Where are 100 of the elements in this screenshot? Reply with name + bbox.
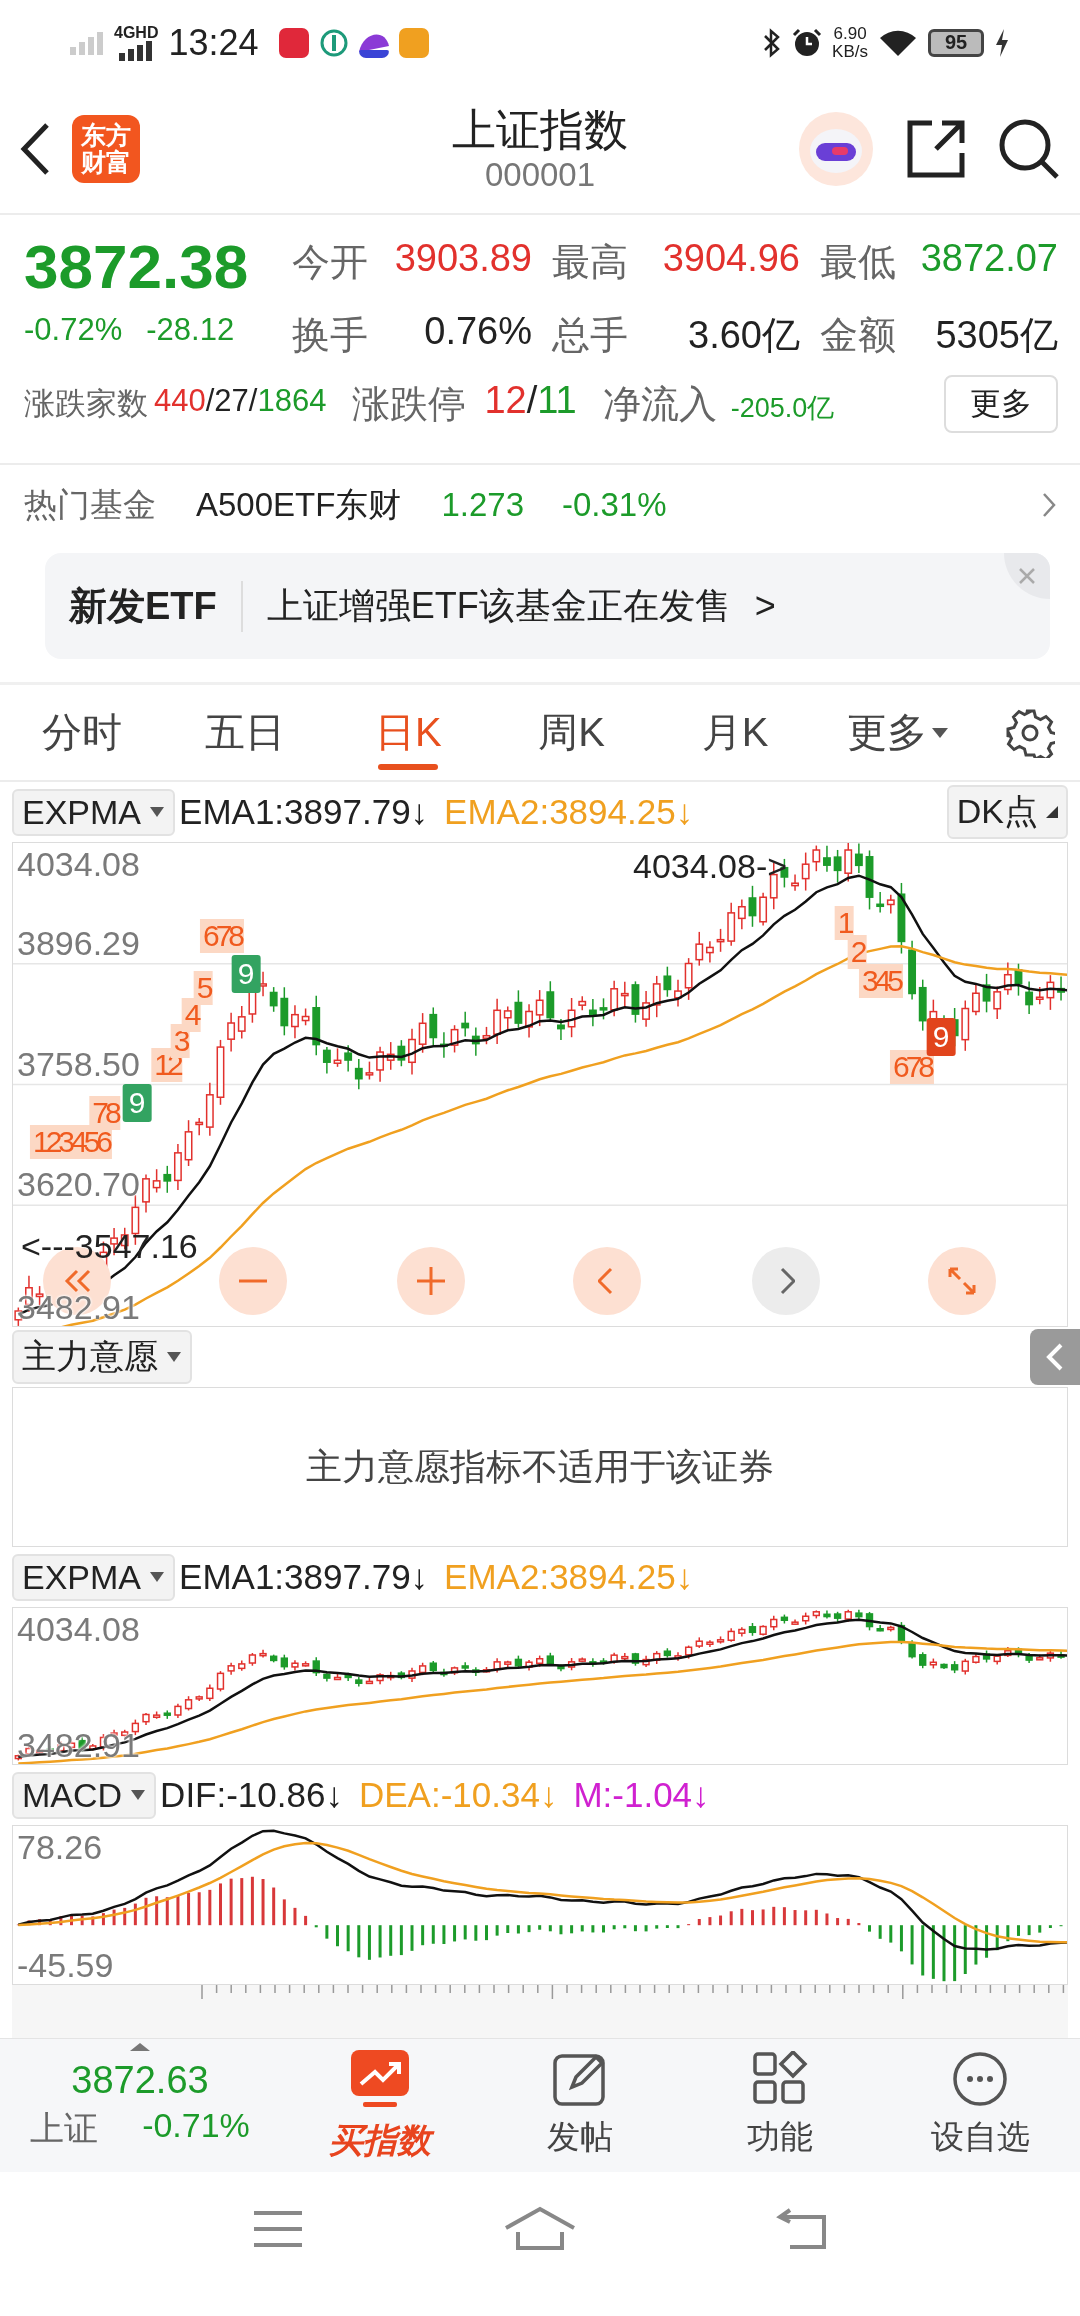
battery-icon: 95 — [928, 28, 984, 57]
fund-price: 1.273 — [441, 486, 524, 524]
chart-tab[interactable]: 分时 — [0, 685, 164, 780]
sequence-marker: 9 — [926, 1018, 956, 1056]
action-button[interactable]: 设自选 — [880, 2039, 1080, 2172]
caret-icon — [149, 1571, 166, 1583]
stat-value: 3903.89 — [394, 237, 532, 281]
stat-label: 最高 — [552, 240, 628, 285]
back-icon[interactable] — [20, 122, 50, 176]
share-icon[interactable] — [906, 119, 966, 179]
chart-tab[interactable]: 月K — [653, 685, 817, 780]
dk-points-button[interactable]: DK点 — [946, 785, 1068, 839]
chart-tab[interactable]: 周K — [490, 685, 654, 780]
chart-tab[interactable]: 更多 — [816, 685, 980, 780]
banner-arrow: > — [754, 585, 776, 627]
home-icon[interactable] — [504, 2206, 576, 2252]
caret-icon — [130, 1789, 147, 1801]
chevron-left-icon — [1045, 1342, 1065, 1372]
dif-value: DIF:-10.86↓ — [160, 1775, 343, 1815]
signal-icon — [70, 30, 104, 55]
robot-avatar-icon[interactable] — [798, 111, 874, 187]
axis-label: 3896.29 — [17, 925, 140, 960]
change-points: -28.12 — [146, 312, 235, 349]
fund-change: -0.31% — [562, 486, 667, 524]
minus-icon — [237, 1278, 269, 1284]
macd-value: M:-1.04↓ — [573, 1775, 710, 1815]
plus-icon — [416, 1266, 446, 1296]
chart-tab[interactable]: 日K — [326, 685, 490, 780]
change-percent: -0.72% — [24, 312, 123, 349]
stat-value: 3904.96 — [662, 237, 800, 281]
apps-icon — [752, 2051, 808, 2107]
fund-name[interactable]: A500ETF东财 — [196, 482, 402, 528]
caret-up-icon — [130, 2043, 150, 2051]
clock: 13:24 — [168, 21, 259, 64]
sequence-marker: 678 — [889, 1050, 935, 1084]
collapse-button[interactable] — [1030, 1329, 1080, 1385]
banner-text: 上证增强ETF该基金正在发售 — [266, 583, 731, 628]
caret-icon — [166, 1351, 182, 1363]
sequence-marker: 678 — [199, 919, 245, 953]
indicator-selector[interactable]: 主力意愿 — [12, 1330, 192, 1384]
more-icon — [952, 2051, 1008, 2107]
more-button[interactable]: 更多 — [944, 375, 1058, 433]
indicator-selector[interactable]: MACD — [12, 1771, 157, 1819]
stat-value: 3.60亿 — [688, 313, 800, 358]
stat-label: 换手 — [292, 313, 368, 358]
stat-label: 最低 — [820, 240, 896, 285]
buy-index-button[interactable]: 买指数 — [280, 2039, 480, 2172]
stat-label: 涨跌停 — [352, 381, 467, 427]
axis-label: 4034.08 — [17, 847, 140, 881]
stat-label: 今开 — [292, 240, 368, 285]
dea-value: DEA:-10.34↓ — [358, 1775, 558, 1815]
signal-icon — [119, 40, 154, 61]
ema1-value: EMA1:3897.79↓ — [179, 1557, 429, 1597]
limit-counts: 12/11 — [484, 378, 577, 423]
chart-tab[interactable]: 五日 — [163, 685, 327, 780]
sequence-marker: 5 — [193, 971, 213, 1005]
sequence-marker: 4 — [181, 998, 201, 1032]
sequence-marker: 2 — [847, 935, 867, 969]
settings-icon[interactable] — [1004, 707, 1055, 758]
axis-label: 3620.70 — [17, 1167, 140, 1202]
expand-icon — [947, 1266, 977, 1296]
ema1-value: EMA1:3897.79↓ — [179, 792, 429, 832]
app-icon — [398, 27, 429, 58]
index-change: -0.71% — [142, 2106, 250, 2146]
ema2-value: EMA2:3894.25↓ — [444, 792, 694, 832]
menu-icon[interactable] — [252, 2209, 304, 2249]
app-icon — [318, 27, 349, 58]
indicator-selector[interactable]: EXPMA — [12, 1553, 176, 1601]
edit-icon — [552, 2051, 608, 2107]
axis-label: 78.26 — [17, 1830, 103, 1864]
action-button[interactable]: 发帖 — [480, 2039, 680, 2172]
stat-label: 金额 — [820, 313, 896, 358]
ema2-value: EMA2:3894.25↓ — [444, 1557, 694, 1597]
close-icon — [1018, 567, 1036, 585]
corner-triangle-icon — [1046, 806, 1058, 818]
speed-unit: KB/s — [832, 42, 868, 61]
search-icon[interactable] — [998, 118, 1060, 180]
alarm-icon — [792, 27, 823, 58]
indicator-selector[interactable]: EXPMA — [12, 788, 176, 836]
chart-screen-icon — [349, 2047, 411, 2110]
axis-label: -45.59 — [17, 1948, 114, 1982]
sequence-marker: 123456 — [29, 1125, 113, 1159]
sequence-marker: 78 — [89, 1096, 121, 1130]
net-inflow-value: -205.0亿 — [730, 391, 835, 425]
action-button[interactable]: 功能 — [680, 2039, 880, 2172]
stat-value: 3872.07 — [920, 237, 1058, 281]
page-title: 上证指数 — [452, 103, 628, 156]
caret-icon — [931, 726, 950, 739]
sequence-marker: 9 — [122, 1084, 152, 1122]
stat-value: 0.76% — [424, 310, 532, 354]
caret-icon — [149, 806, 166, 818]
sequence-marker: 345 — [858, 964, 904, 998]
stat-label: 涨跌家数 — [24, 385, 148, 423]
network-type: 4GHD — [114, 24, 159, 41]
promo-banner[interactable]: 新发ETF 上证增强ETF该基金正在发售 > — [45, 553, 1050, 659]
index-price: 3872.38 — [24, 231, 250, 303]
chevron-right-icon[interactable] — [1042, 492, 1056, 518]
stat-value: 5305亿 — [935, 313, 1058, 358]
app-logo: 东方财富 — [72, 115, 140, 183]
banner-tag: 新发ETF — [69, 580, 243, 632]
